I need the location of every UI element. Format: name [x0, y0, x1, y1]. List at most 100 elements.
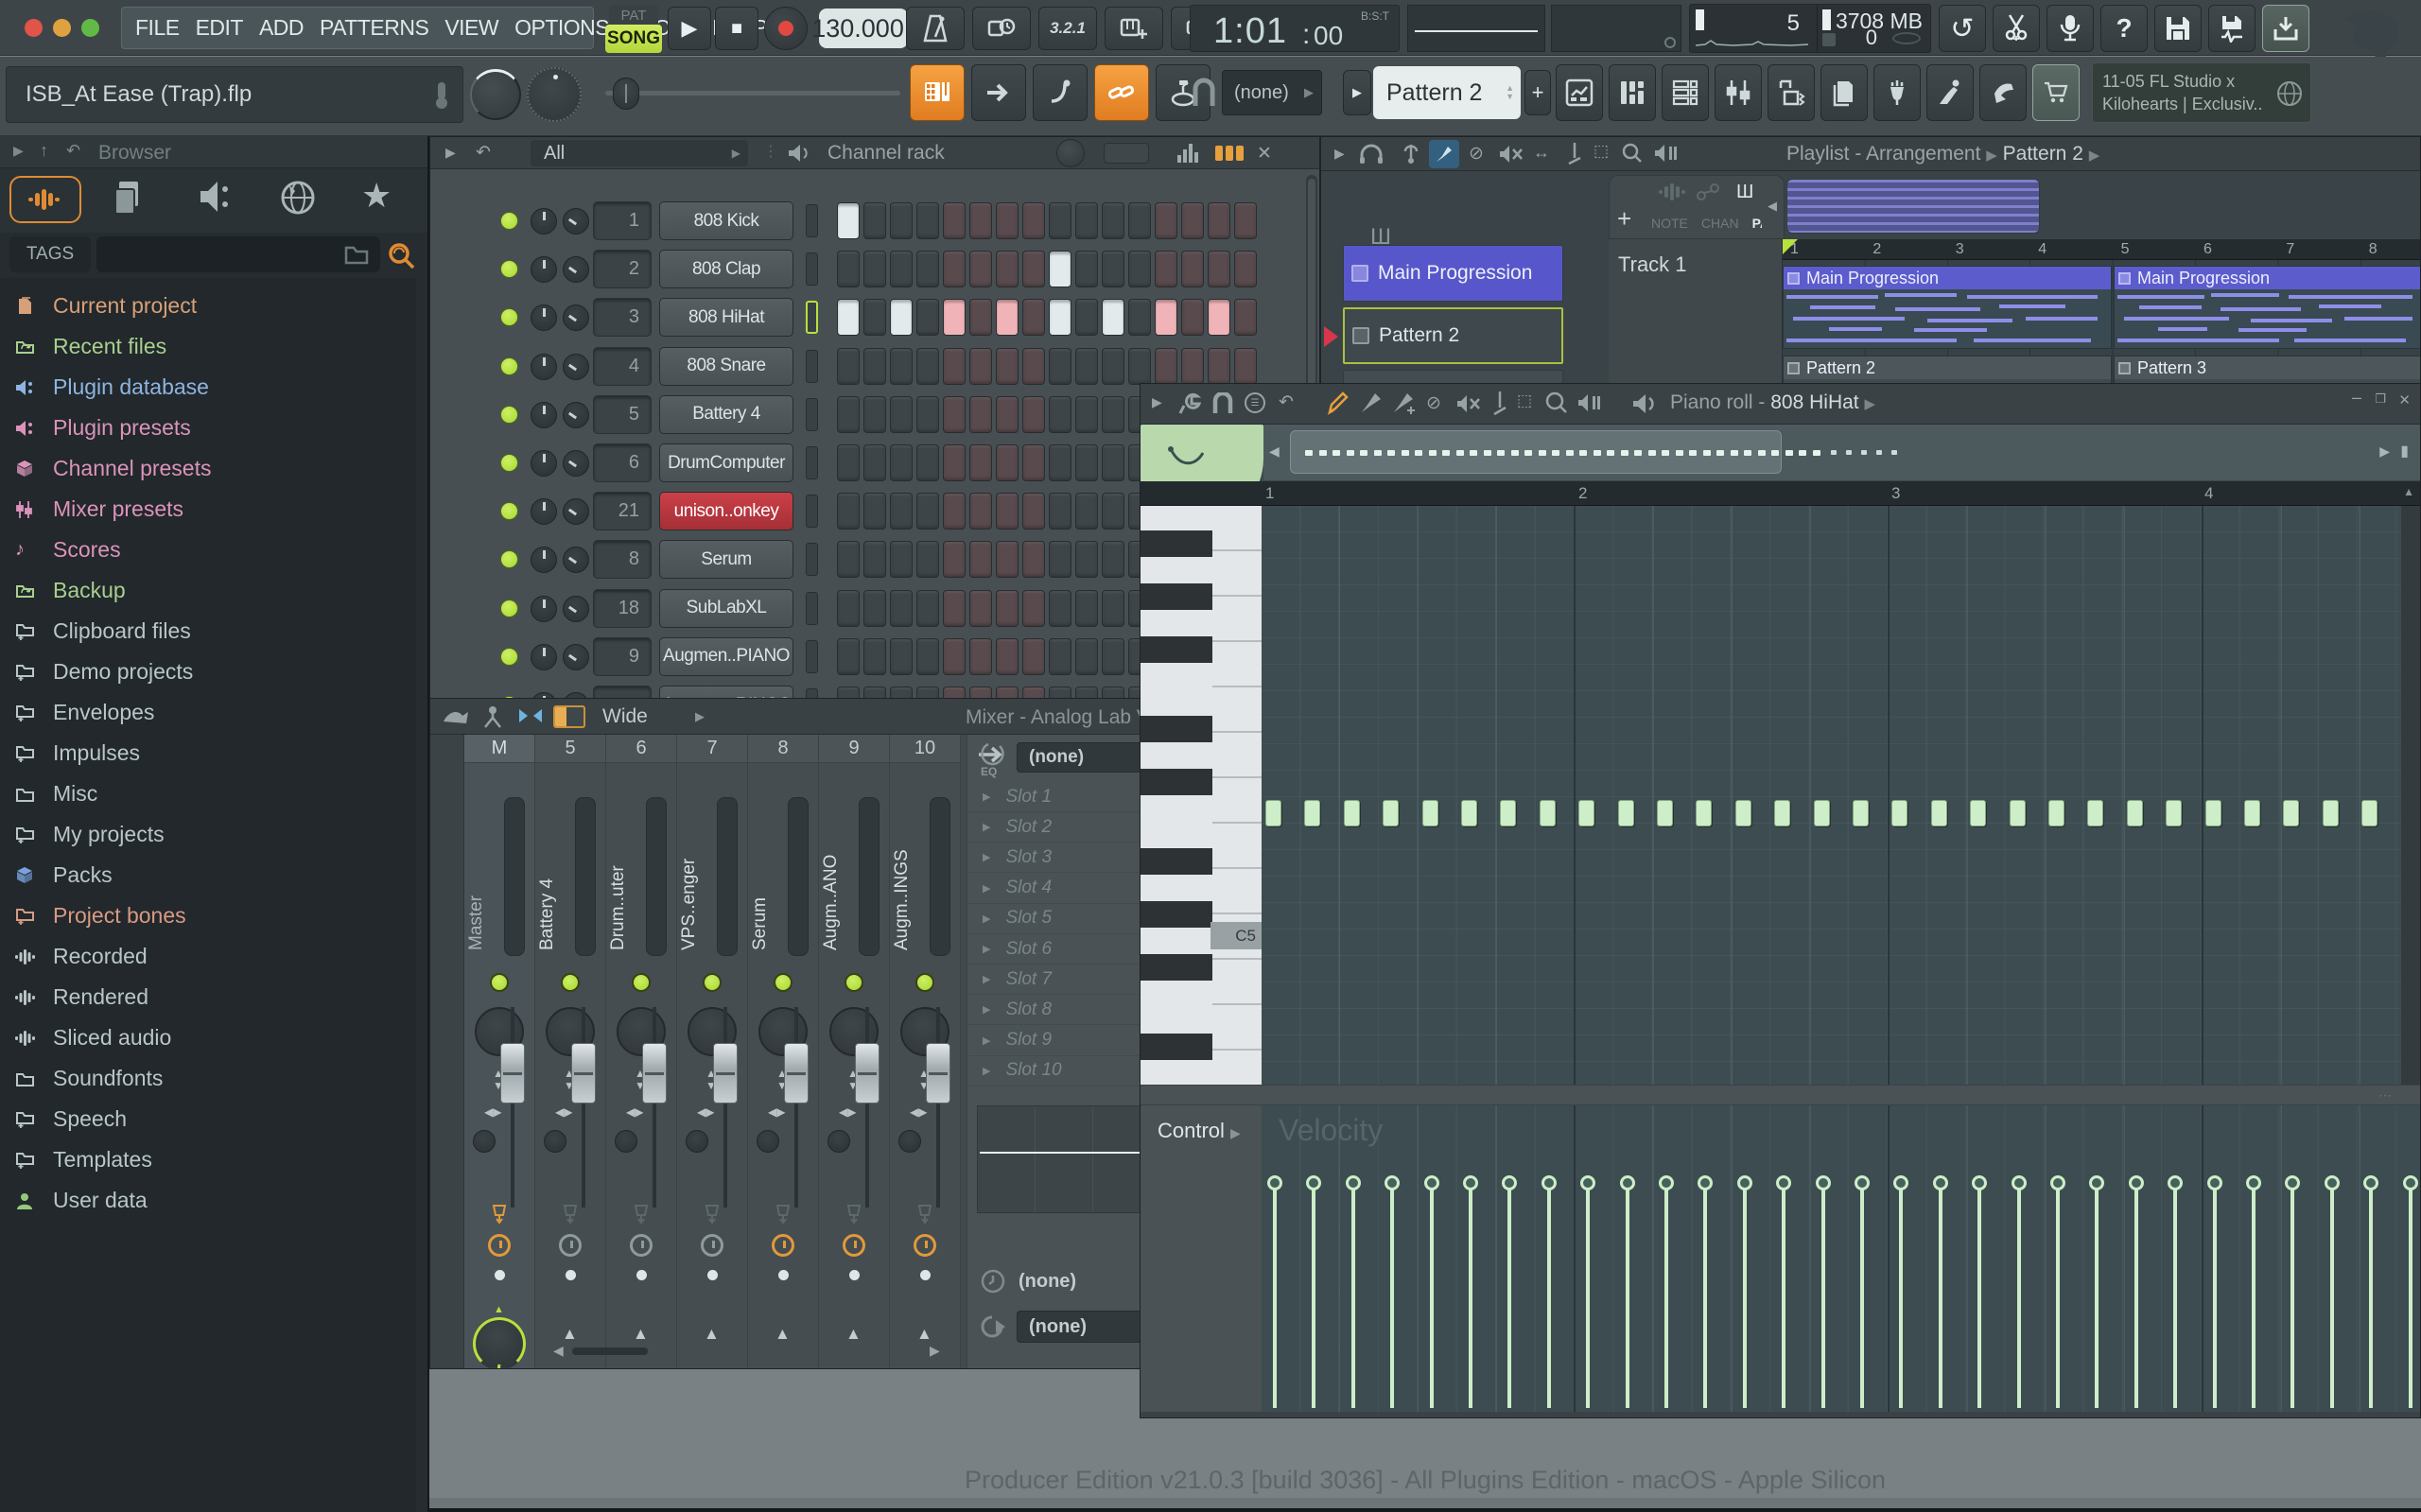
strip-route-arrow[interactable]: ▲	[633, 1325, 649, 1344]
velocity-handle[interactable]	[1346, 1175, 1361, 1190]
piano-roll-note[interactable]	[1891, 800, 1907, 826]
velocity-stem[interactable]	[2330, 1189, 2334, 1408]
browser-item-project-bones[interactable]: Project bones	[0, 895, 416, 936]
metronome-button[interactable]	[906, 7, 965, 50]
strip-led[interactable]	[490, 973, 509, 992]
piano-roll-note[interactable]	[1265, 800, 1281, 826]
step-cell[interactable]	[1102, 202, 1124, 239]
step-cell[interactable]	[1181, 348, 1204, 385]
step-cell[interactable]	[1022, 493, 1045, 530]
channel-button[interactable]: 808 Clap	[659, 250, 793, 288]
rack-swing-knob[interactable]	[1056, 139, 1085, 167]
step-cell[interactable]	[943, 493, 966, 530]
browser-item-recent-files[interactable]: Recent files	[0, 326, 416, 367]
step-cell[interactable]	[1102, 638, 1124, 675]
channel-target-indicator[interactable]	[806, 495, 818, 528]
pr-zoom-tool[interactable]	[1545, 391, 1568, 414]
pr-target-speaker-icon[interactable]	[1632, 393, 1657, 414]
channel-number[interactable]: 9	[593, 637, 652, 676]
step-cell[interactable]	[837, 299, 860, 336]
strip-small-knob[interactable]	[615, 1130, 637, 1153]
record-audio-button[interactable]	[2047, 5, 2094, 52]
step-cell[interactable]	[996, 541, 1019, 578]
strip-led[interactable]	[703, 973, 722, 992]
fx-slot-5[interactable]: ▶Slot 5	[967, 904, 1158, 934]
browser-expand-icon[interactable]: ▶	[13, 143, 24, 159]
record-button[interactable]	[764, 7, 808, 50]
browser-item-channel-presets[interactable]: Channel presets	[0, 448, 416, 489]
mixer-scroll-bar[interactable]	[572, 1347, 648, 1355]
rack-swing-slider[interactable]	[1104, 143, 1149, 164]
play-button[interactable]: ▶	[668, 7, 711, 50]
menu-file[interactable]: FILE	[135, 15, 180, 41]
channel-button[interactable]: 808 HiHat	[659, 298, 793, 337]
step-cell[interactable]	[916, 444, 939, 481]
velocity-stem[interactable]	[1273, 1189, 1277, 1408]
pr-lane-divider[interactable]: ⋯	[1141, 1085, 2420, 1105]
tags-button[interactable]: TAGS	[9, 236, 91, 272]
channel-button[interactable]: 808 Snare	[659, 347, 793, 386]
strip-lr[interactable]: ◀▶	[484, 1105, 501, 1119]
strip-fader-handle[interactable]	[713, 1043, 738, 1104]
step-cell[interactable]	[1208, 251, 1230, 287]
pr-preview-strip[interactable]: ◀ ▶ ▮	[1263, 425, 2420, 481]
rack-divider-dots[interactable]: ⋮	[763, 142, 778, 161]
strip-route-arrow[interactable]: ▲	[845, 1325, 862, 1344]
step-cell[interactable]	[1102, 348, 1124, 385]
step-cell[interactable]	[863, 638, 886, 675]
pl-paint-tool[interactable]	[1429, 140, 1459, 168]
browser-item-misc[interactable]: Misc	[0, 773, 416, 814]
step-cell[interactable]	[1234, 251, 1257, 287]
strip-clock-icon[interactable]	[559, 1234, 582, 1257]
channel-led[interactable]	[500, 550, 518, 568]
velocity-handle[interactable]	[2246, 1175, 2261, 1190]
velocity-stem[interactable]	[1743, 1189, 1747, 1408]
step-cell[interactable]	[1075, 590, 1098, 627]
step-cell[interactable]	[916, 348, 939, 385]
step-cell[interactable]	[996, 493, 1019, 530]
pl-slip-icon[interactable]	[1401, 143, 1421, 165]
step-cell[interactable]	[1022, 348, 1045, 385]
channel-rack-toggle-button[interactable]	[1662, 64, 1709, 121]
strip-clock-icon[interactable]	[843, 1234, 865, 1257]
step-cell[interactable]	[890, 638, 913, 675]
channel-led[interactable]	[500, 502, 518, 520]
browser-item-soundfonts[interactable]: Soundfonts	[0, 1058, 416, 1099]
countdown-button[interactable]: 3.2.1	[1038, 7, 1097, 50]
channel-button[interactable]: Serum	[659, 540, 793, 579]
pr-mute-tool[interactable]	[1456, 394, 1481, 413]
step-cell[interactable]	[837, 541, 860, 578]
strip-small-knob[interactable]	[898, 1130, 921, 1153]
velocity-handle[interactable]	[2050, 1175, 2065, 1190]
step-cell[interactable]	[1049, 444, 1071, 481]
step-cell[interactable]	[969, 493, 992, 530]
velocity-handle[interactable]	[1972, 1175, 1987, 1190]
channel-target-indicator[interactable]	[806, 252, 818, 286]
step-cell[interactable]	[1181, 202, 1204, 239]
velocity-stem[interactable]	[2134, 1189, 2138, 1408]
strip-clock-icon[interactable]	[914, 1234, 936, 1257]
piano-roll-note[interactable]	[1540, 800, 1556, 826]
pr-maximize-icon[interactable]: ❒	[2375, 391, 2386, 407]
strip-clock-icon[interactable]	[488, 1234, 511, 1257]
pr-delete-tool[interactable]: ⊘	[1426, 392, 1441, 414]
pl-expand-icon[interactable]: ▶	[1334, 146, 1345, 162]
strip-route-arrow[interactable]: ▲	[916, 1325, 932, 1344]
velocity-handle[interactable]	[1933, 1175, 1948, 1190]
channel-pan-knob[interactable]	[531, 256, 557, 283]
step-cell[interactable]	[1102, 251, 1124, 287]
browser-item-rendered[interactable]: Rendered	[0, 977, 416, 1017]
touch-controller-button[interactable]	[1926, 64, 1974, 121]
pl-timeline[interactable]: 12345678	[1783, 239, 2420, 260]
step-cell[interactable]	[890, 202, 913, 239]
main-pitch-knob[interactable]	[527, 67, 582, 122]
channel-number[interactable]: 1	[593, 201, 652, 240]
step-cell[interactable]	[916, 299, 939, 336]
velocity-handle[interactable]	[1620, 1175, 1635, 1190]
pr-close-icon[interactable]: ✕	[2398, 391, 2411, 408]
strip-lr[interactable]: ◀▶	[910, 1105, 927, 1119]
velocity-stem[interactable]	[2056, 1189, 2060, 1408]
velocity-handle[interactable]	[1580, 1175, 1595, 1190]
pl-tab-note[interactable]: NOTE	[1651, 216, 1688, 231]
time-display[interactable]: B:S:T 1:01 : 00	[1190, 5, 1400, 52]
